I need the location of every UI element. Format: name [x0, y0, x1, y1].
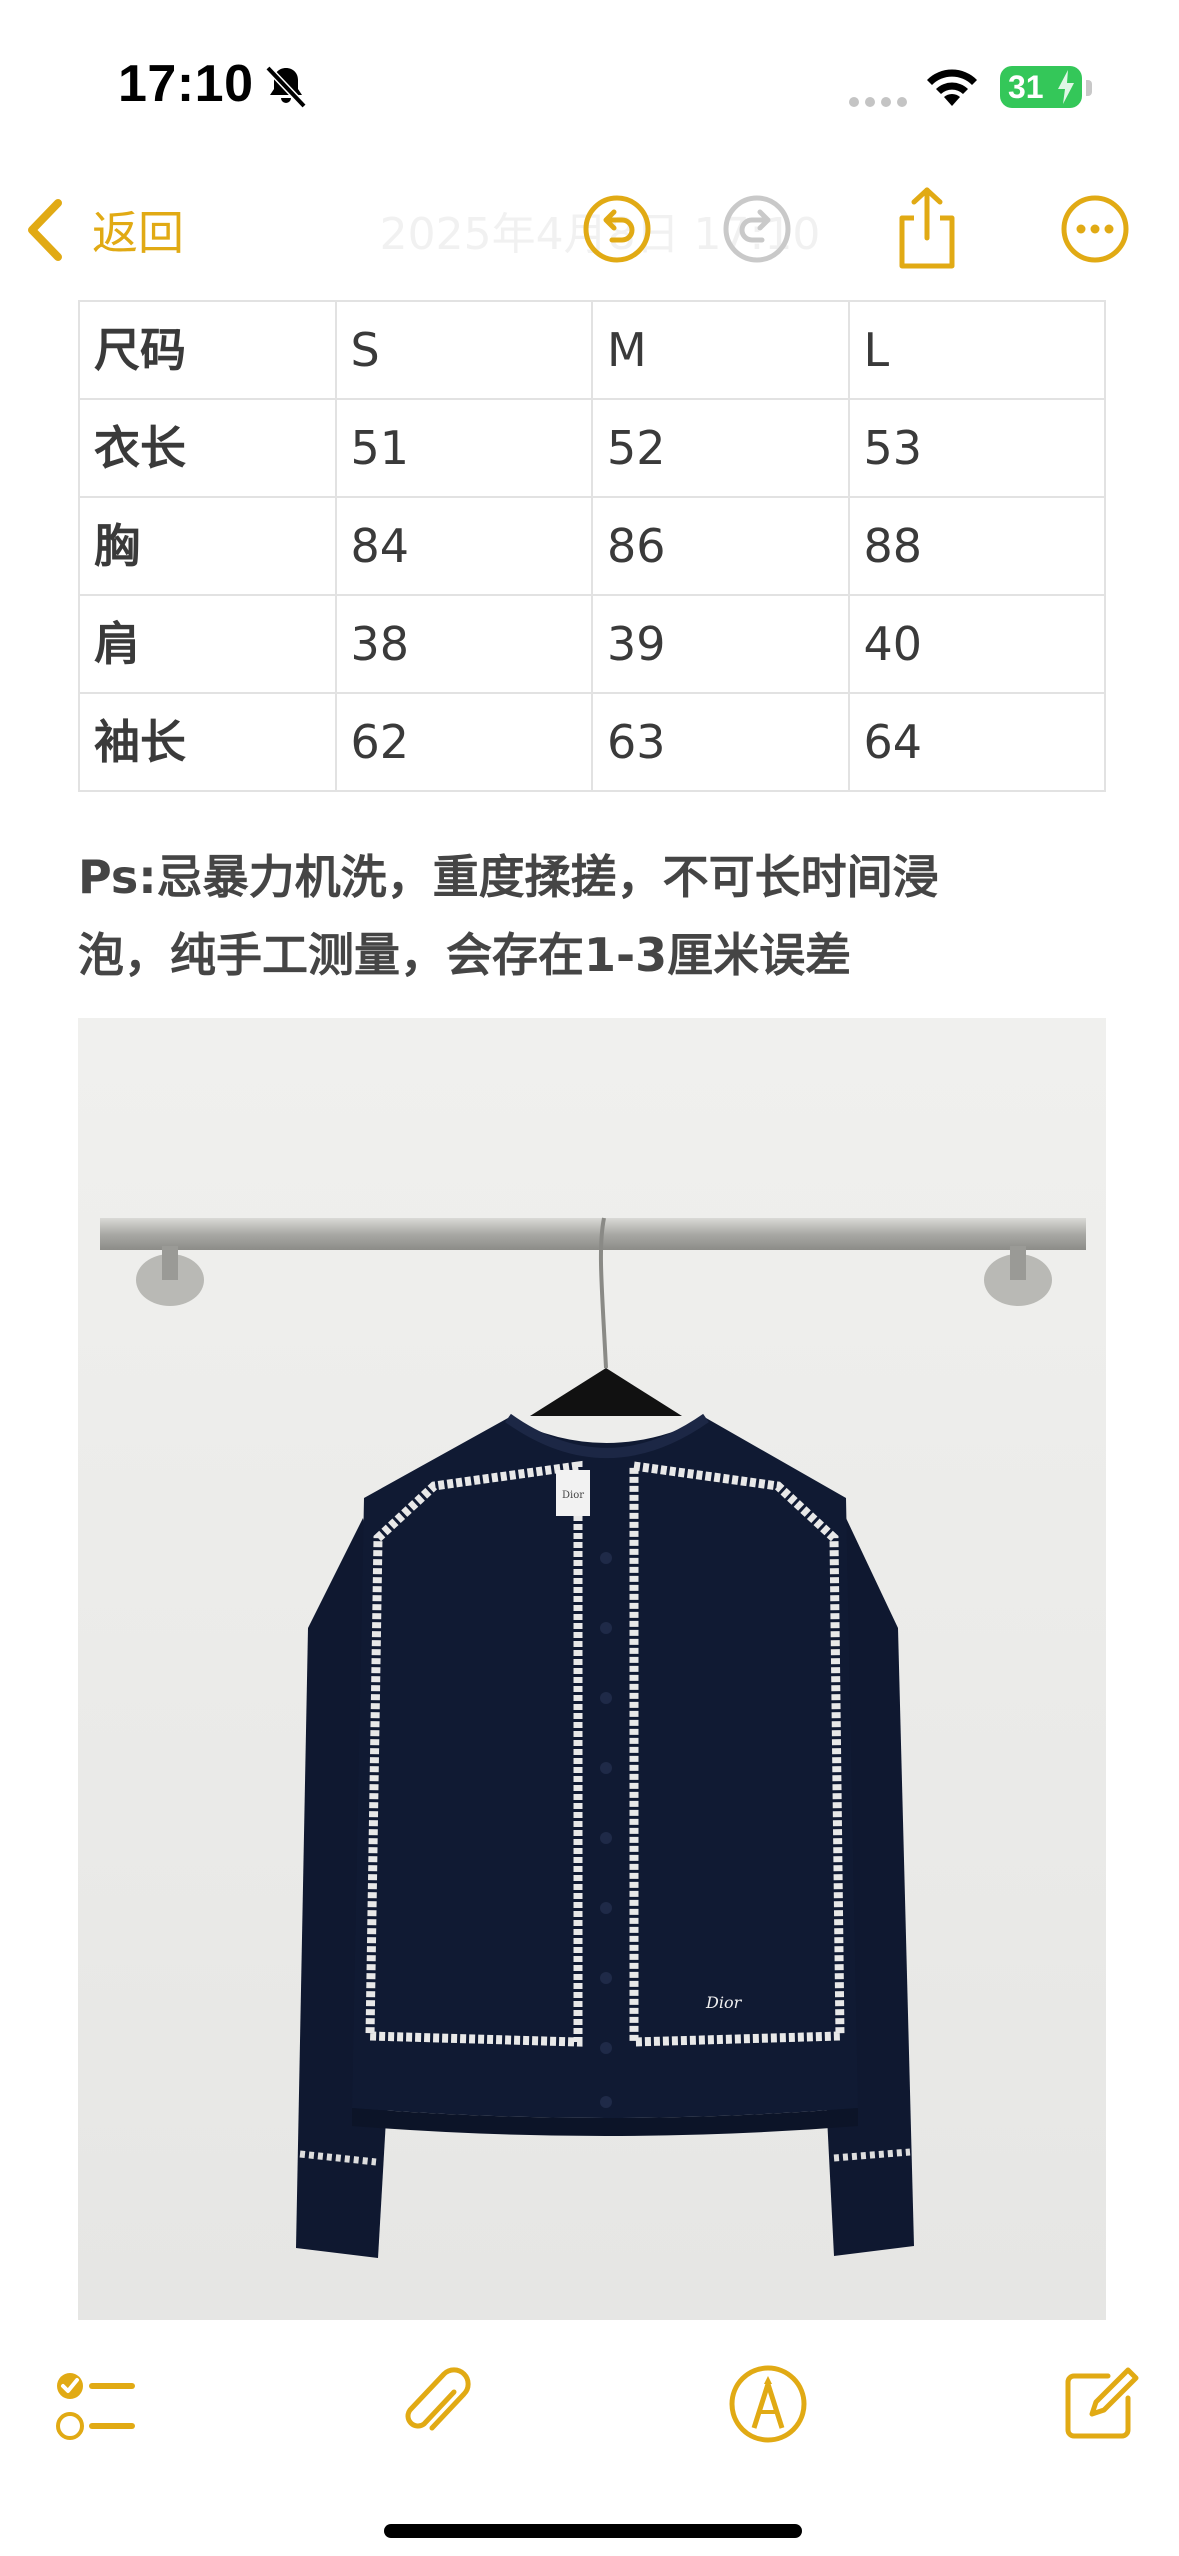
wifi-icon	[927, 69, 977, 106]
status-time: 17:10	[118, 55, 254, 113]
chevron-left-icon	[28, 199, 62, 261]
ellipsis-circle-icon[interactable]	[1060, 194, 1130, 264]
table-cell[interactable]: 62	[334, 692, 593, 792]
checklist-icon[interactable]	[52, 2364, 136, 2448]
nav-bar: 返回 2025年4月8日 17:10	[0, 170, 1179, 290]
back-label: 返回	[92, 206, 184, 260]
table-cell[interactable]: 52	[591, 398, 850, 498]
table-cell[interactable]: 88	[847, 496, 1106, 596]
table-row: 肩 38 39 40	[78, 594, 1106, 694]
table-cell[interactable]: 胸	[78, 496, 337, 596]
compose-icon[interactable]	[1058, 2362, 1142, 2446]
table-cell[interactable]: 39	[591, 594, 850, 694]
table-cell[interactable]: 64	[847, 692, 1106, 792]
paperclip-icon[interactable]	[392, 2362, 476, 2446]
redo-icon[interactable]	[722, 194, 792, 264]
table-cell[interactable]: 肩	[78, 594, 337, 694]
table-cell[interactable]: 袖长	[78, 692, 337, 792]
garment-label-text: Dior	[562, 1490, 584, 1501]
back-button[interactable]: 返回	[24, 192, 184, 268]
table-cell[interactable]: 尺码	[78, 300, 337, 400]
table-header-row: 尺码 S M L	[78, 300, 1106, 400]
status-bar: 17:10 31	[0, 0, 1179, 170]
home-indicator[interactable]	[384, 2524, 802, 2538]
table-cell[interactable]: 86	[591, 496, 850, 596]
battery-cap	[1086, 80, 1092, 96]
table-cell[interactable]: 38	[334, 594, 593, 694]
bell-slash-icon	[265, 65, 307, 109]
table-row: 胸 84 86 88	[78, 496, 1106, 596]
table-row: 衣长 51 52 53	[78, 398, 1106, 498]
size-table: 尺码 S M L 衣长 51 52 53 胸 84 86 88 肩 38 39 …	[78, 300, 1106, 792]
garment-embroidery-text: Dior	[705, 1993, 743, 2012]
undo-icon[interactable]	[582, 194, 652, 264]
table-cell[interactable]: 51	[334, 398, 593, 498]
table-cell[interactable]: M	[591, 300, 850, 400]
table-cell[interactable]: S	[334, 300, 593, 400]
note-line: 泡，纯手工测量，会存在1-3厘米误差	[78, 928, 852, 982]
battery-indicator: 31	[1000, 66, 1082, 108]
cardigan-body: Dior Dior	[352, 1413, 858, 2136]
table-cell[interactable]: 84	[334, 496, 593, 596]
table-row: 袖长 62 63 64	[78, 692, 1106, 792]
table-cell[interactable]: L	[847, 300, 1106, 400]
markup-pen-icon[interactable]	[726, 2362, 810, 2446]
share-icon[interactable]	[892, 186, 962, 270]
product-photo[interactable]: Dior Dior	[78, 1018, 1106, 2320]
note-body-text[interactable]: Ps:忌暴力机洗，重度揉搓，不可长时间浸 泡，纯手工测量，会存在1-3厘米误差	[78, 838, 1078, 994]
table-cell[interactable]: 53	[847, 398, 1106, 498]
cellular-signal-icon	[849, 97, 907, 107]
battery-level: 31	[1008, 69, 1044, 105]
cardigan-illustration: Dior Dior	[78, 1018, 1106, 2320]
table-cell[interactable]: 63	[591, 692, 850, 792]
table-cell[interactable]: 40	[847, 594, 1106, 694]
charging-bolt-icon	[1058, 70, 1074, 104]
table-cell[interactable]: 衣长	[78, 398, 337, 498]
note-line: Ps:忌暴力机洗，重度揉搓，不可长时间浸	[78, 850, 939, 904]
